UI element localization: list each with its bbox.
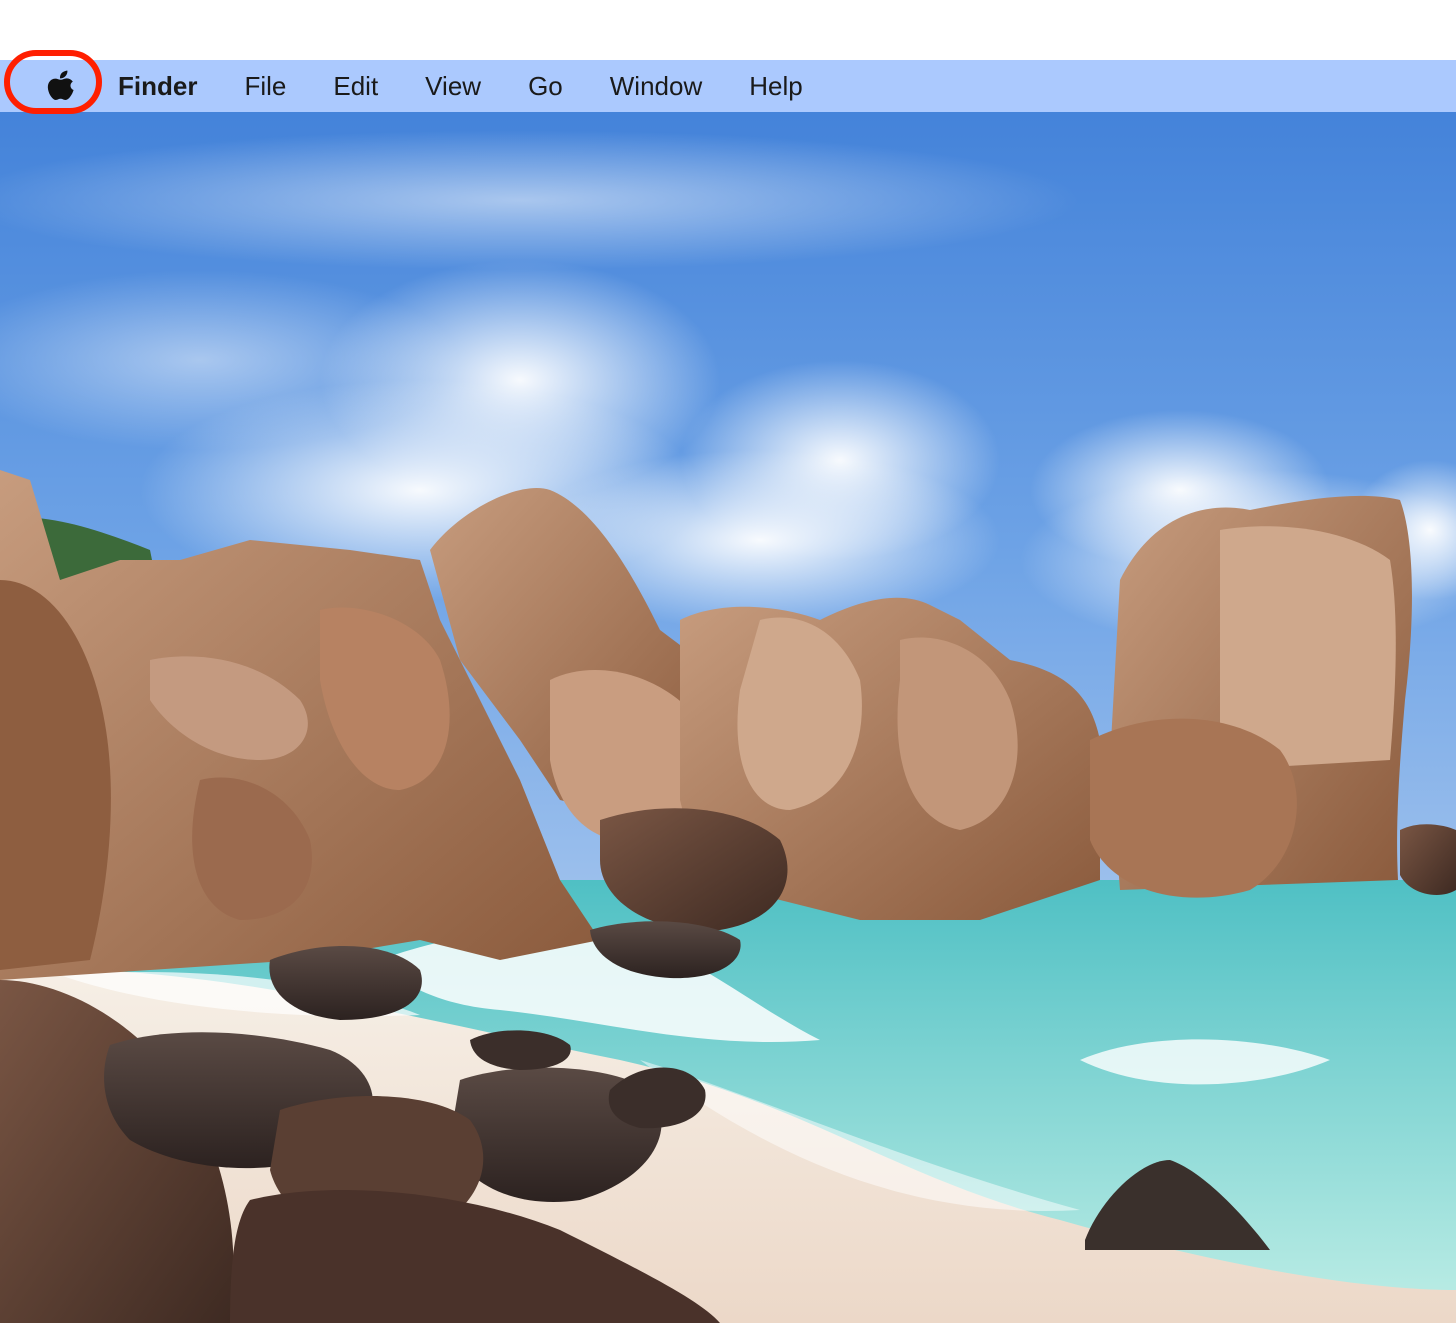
menu-view[interactable]: View <box>425 60 481 112</box>
menu-edit[interactable]: Edit <box>333 60 378 112</box>
desktop-wallpaper <box>0 60 1456 1323</box>
menu-help[interactable]: Help <box>749 60 802 112</box>
menu-items: Finder File Edit View Go Window Help <box>118 60 850 112</box>
apple-logo-icon[interactable] <box>44 64 78 104</box>
desktop: Finder File Edit View Go Window Help <box>0 0 1456 1323</box>
apple-menu[interactable] <box>4 50 108 120</box>
menu-app-finder[interactable]: Finder <box>118 60 197 112</box>
menu-go[interactable]: Go <box>528 60 563 112</box>
menu-window[interactable]: Window <box>610 60 702 112</box>
menu-bar: Finder File Edit View Go Window Help <box>0 50 1456 114</box>
menu-file[interactable]: File <box>244 60 286 112</box>
